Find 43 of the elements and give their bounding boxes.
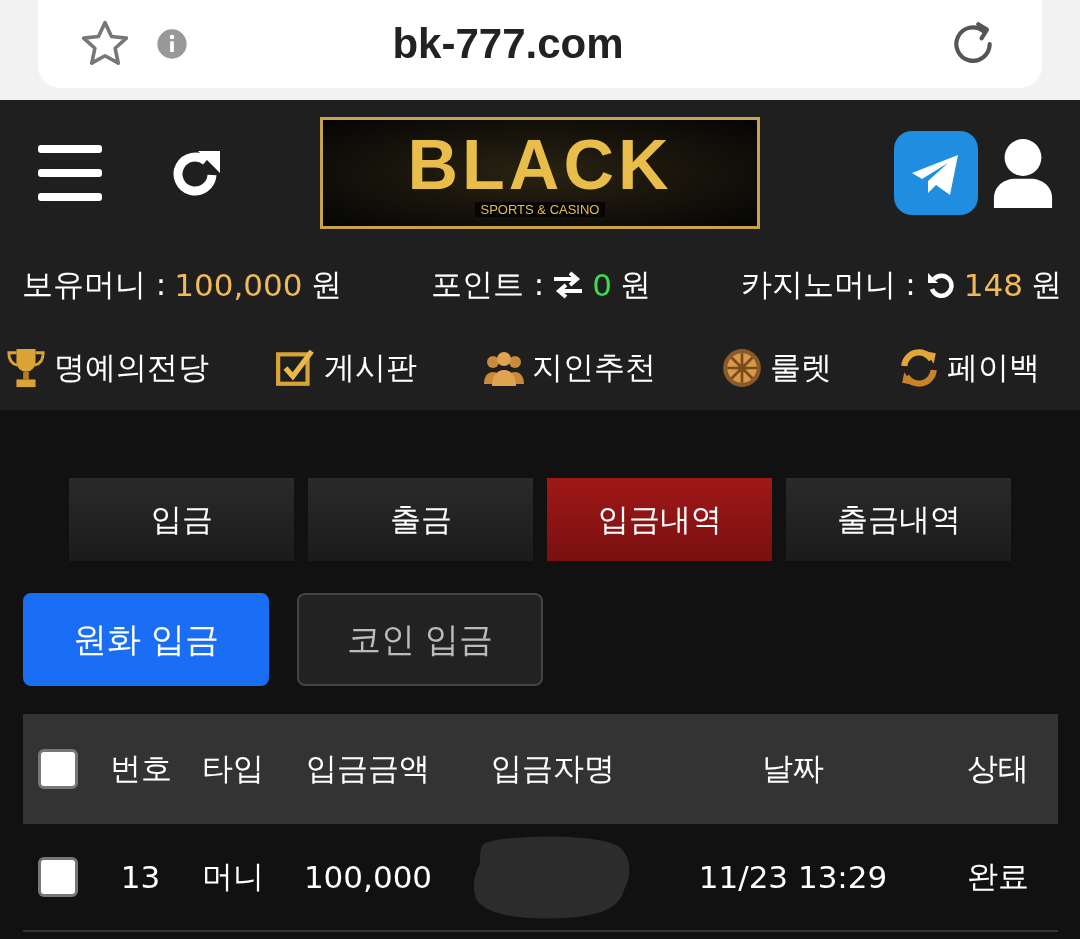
info-icon[interactable] (156, 28, 188, 60)
column-header: 입금금액 (306, 749, 430, 788)
user-icon[interactable] (992, 137, 1054, 208)
menu-link[interactable]: 게시판 (273, 346, 417, 389)
table-cell: 11/23 13:29 (698, 859, 888, 895)
tab[interactable]: 입금 (69, 478, 294, 561)
logo[interactable]: BLACK SPORTS & CASINO (320, 116, 760, 229)
paper-plane-icon[interactable] (894, 130, 978, 215)
balance-value: 100,000 (174, 267, 303, 303)
logo-subtitle: SPORTS & CASINO (474, 202, 606, 217)
column-header: 번호 (109, 749, 172, 788)
menu-link[interactable]: 명예의전당 (4, 346, 209, 389)
logo-title: BLACK (407, 128, 673, 202)
tab[interactable]: 출금내역 (786, 478, 1011, 561)
column-header: 입금자명 (491, 749, 615, 788)
checkbox[interactable] (38, 749, 78, 789)
deposit-type-button[interactable]: 원화 입금 (23, 593, 269, 686)
trophy-icon (4, 346, 48, 389)
balance-value: 0 (592, 267, 613, 303)
balance-label: 포인트 : (431, 265, 545, 304)
balance-label: 보유머니 : (22, 265, 167, 304)
url-text: bk-777.com (392, 20, 624, 68)
currency-unit: 원 (310, 265, 342, 304)
table-cell-text: 완료 (967, 857, 1029, 896)
menu-icon[interactable] (38, 144, 102, 201)
currency-unit: 원 (1031, 265, 1062, 304)
menu-link[interactable]: 지인추천 (481, 346, 656, 389)
balance-label: 카지노머니 : (740, 265, 916, 304)
menu-link[interactable]: 페이백 (897, 346, 1040, 389)
column-header: 상태 (967, 749, 1029, 788)
table-cell: 100,000 (303, 859, 433, 895)
checkbox[interactable] (38, 857, 78, 897)
column-header: 날짜 (762, 749, 824, 788)
deposit-type-button[interactable]: 코인 입금 (297, 593, 543, 686)
tab[interactable]: 입금내역 (547, 478, 772, 561)
table-cell: 13 (120, 859, 161, 895)
tab[interactable]: 출금 (308, 478, 533, 561)
currency-unit: 원 (620, 265, 652, 304)
balance-value: 148 (963, 267, 1023, 303)
menu-link[interactable]: 룰렛 (720, 346, 833, 389)
transfer-icon (552, 271, 585, 299)
column-header: 타입 (202, 749, 264, 788)
table-cell-text: 머니 (202, 857, 264, 896)
